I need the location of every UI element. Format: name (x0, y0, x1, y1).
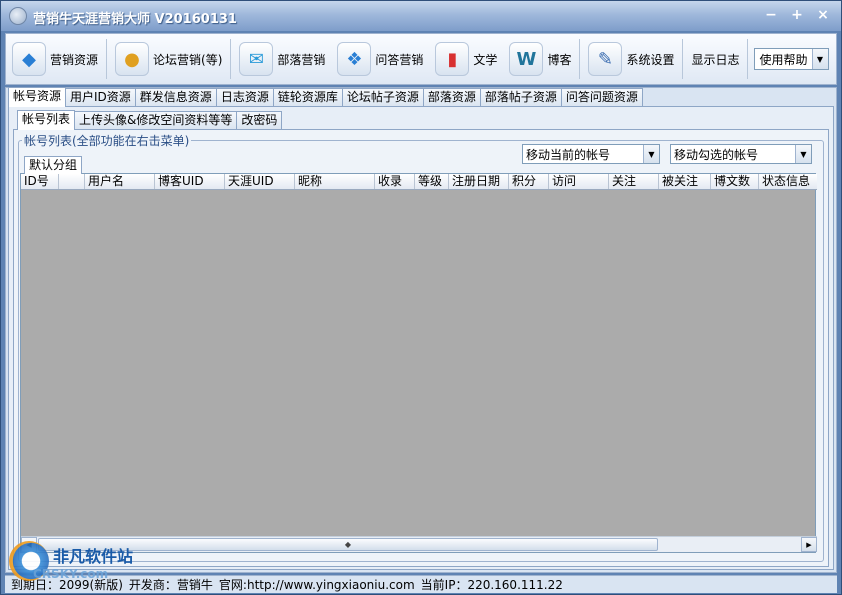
bars-icon: ▮ (435, 42, 470, 76)
sub-tab-strip: 帐号列表 上传头像&修改空间资料等等 改密码 (17, 110, 283, 130)
toolbar-separator (747, 39, 749, 79)
column-header-visits[interactable]: 访问 (549, 174, 609, 189)
toolbar-label: 论坛营销(等) (153, 52, 223, 67)
tab-qa-question-resources[interactable]: 问答问题资源 (560, 88, 643, 106)
account-resources-panel: 帐号列表 上传头像&修改空间资料等等 改密码 帐号列表(全部功能在右击菜单) 移… (8, 106, 834, 570)
chevron-down-icon[interactable]: ▼ (643, 145, 659, 163)
column-header-id[interactable]: ID号 (21, 174, 59, 189)
wrench-icon: ✎ (588, 42, 623, 76)
move-checked-account-select[interactable]: 移动勾选的帐号 ▼ (670, 144, 812, 164)
toolbar-separator (579, 39, 581, 79)
title-bar: 营销牛天涯营销大师 V20160131 − + × (1, 1, 841, 31)
app-window: 营销牛天涯营销大师 V20160131 − + × ◆ 营销资源 ● 论坛营销(… (0, 0, 842, 595)
toolbar-separator (230, 39, 232, 79)
toolbar-literature-button[interactable]: ▮ 文学 (429, 36, 503, 82)
toolbar-label: 部落营销 (277, 52, 326, 67)
tab-account-resources[interactable]: 帐号资源 (8, 87, 67, 107)
toolbar-label: 营销资源 (50, 52, 99, 67)
minimize-button[interactable]: − (759, 6, 783, 24)
account-list-panel: 帐号列表(全部功能在右击菜单) 移动当前的帐号 ▼ 移动勾选的帐号 ▼ 默认分组… (13, 129, 829, 567)
toolbar-separator (682, 39, 684, 79)
column-header-indexed[interactable]: 收录 (375, 174, 415, 189)
tab-default-group[interactable]: 默认分组 (24, 156, 83, 174)
account-list-legend: 帐号列表(全部功能在右击菜单) (22, 132, 192, 149)
tab-upload-avatar[interactable]: 上传头像&修改空间资料等等 (74, 111, 238, 129)
app-icon (9, 7, 27, 25)
column-header-points[interactable]: 积分 (509, 174, 549, 189)
tab-link-wheel-library[interactable]: 链轮资源库 (272, 88, 343, 106)
move-current-account-value: 移动当前的帐号 (526, 147, 611, 162)
toolbar-label: 问答营销 (375, 52, 424, 67)
column-header-register-date[interactable]: 注册日期 (449, 174, 509, 189)
status-ip: 当前IP：220.160.111.22 (420, 578, 563, 592)
dropbox-icon: ◆ (12, 42, 46, 76)
column-header-status[interactable]: 状态信息 (759, 174, 817, 189)
wordpress-icon: W (509, 42, 544, 76)
tab-account-list[interactable]: 帐号列表 (17, 110, 76, 130)
toolbar-label: 文学 (473, 52, 498, 67)
main-toolbar: ◆ 营销资源 ● 论坛营销(等) ✉ 部落营销 ❖ 问答营销 ▮ 文学 W 博客… (5, 33, 837, 85)
toolbar-label: 显示日志 (691, 52, 740, 67)
tab-mass-message-resources[interactable]: 群发信息资源 (134, 88, 217, 106)
status-website: 官网:http://www.yingxiaoniu.com (218, 578, 415, 592)
watermark-text: 非凡软件站 (53, 547, 134, 566)
grid-header: ID号 用户名 博客UID 天涯UID 昵称 收录 等级 注册日期 积分 访问 … (21, 174, 817, 190)
column-header-followers[interactable]: 被关注 (659, 174, 711, 189)
tab-log-resources[interactable]: 日志资源 (215, 88, 274, 106)
column-header-nickname[interactable]: 昵称 (295, 174, 375, 189)
help-dropdown[interactable]: 使用帮助 ▼ (754, 48, 829, 70)
toolbar-forum-marketing-button[interactable]: ● 论坛营销(等) (109, 36, 228, 82)
column-header-level[interactable]: 等级 (415, 174, 449, 189)
tab-change-password[interactable]: 改密码 (236, 111, 283, 129)
tab-user-id-resources[interactable]: 用户ID资源 (65, 88, 136, 106)
column-header-blog-uid[interactable]: 博客UID (155, 174, 225, 189)
forum-mascot-icon: ● (115, 42, 150, 76)
move-current-account-select[interactable]: 移动当前的帐号 ▼ (522, 144, 660, 164)
watermark-logo: 非凡软件站 CRSKY.com (9, 537, 159, 593)
tab-tribe-post-resources[interactable]: 部落帖子资源 (479, 88, 562, 106)
toolbar-separator (106, 39, 108, 79)
toolbar-label: 系统设置 (626, 52, 675, 67)
scroll-right-icon[interactable]: ▶ (801, 537, 817, 552)
column-header-tianya-uid[interactable]: 天涯UID (225, 174, 295, 189)
tab-tribe-resources[interactable]: 部落资源 (422, 88, 481, 106)
chevron-down-icon[interactable]: ▼ (811, 49, 828, 69)
watermark-subtext: CRSKY.com (33, 567, 109, 581)
toolbar-blog-button[interactable]: W 博客 (503, 36, 577, 82)
tab-forum-post-resources[interactable]: 论坛帖子资源 (341, 88, 424, 106)
help-dropdown-value: 使用帮助 (759, 52, 808, 67)
account-grid[interactable]: ID号 用户名 博客UID 天涯UID 昵称 收录 等级 注册日期 积分 访问 … (20, 173, 817, 553)
toolbar-marketing-resources-button[interactable]: ◆ 营销资源 (6, 36, 104, 82)
window-title: 营销牛天涯营销大师 V20160131 (33, 12, 237, 27)
toolbar-label: 博客 (547, 52, 572, 67)
toolbar-tribe-marketing-button[interactable]: ✉ 部落营销 (233, 36, 331, 82)
toolbar-qa-marketing-button[interactable]: ❖ 问答营销 (331, 36, 429, 82)
toolbar-settings-button[interactable]: ✎ 系统设置 (582, 36, 680, 82)
column-header-check[interactable] (59, 174, 85, 189)
chevron-down-icon[interactable]: ▼ (795, 145, 811, 163)
main-tab-strip: 帐号资源 用户ID资源 群发信息资源 日志资源 链轮资源库 论坛帖子资源 部落资… (8, 87, 643, 107)
qa-icon: ❖ (337, 42, 372, 76)
column-header-following[interactable]: 关注 (609, 174, 659, 189)
column-header-username[interactable]: 用户名 (85, 174, 155, 189)
main-area: 帐号资源 用户ID资源 群发信息资源 日志资源 链轮资源库 论坛帖子资源 部落资… (5, 87, 837, 573)
mail-icon: ✉ (239, 42, 274, 76)
column-header-posts[interactable]: 博文数 (711, 174, 759, 189)
move-checked-account-value: 移动勾选的帐号 (674, 147, 759, 162)
close-button[interactable]: × (811, 6, 835, 24)
toolbar-show-log-button[interactable]: 显示日志 (685, 36, 745, 82)
maximize-button[interactable]: + (785, 6, 809, 24)
